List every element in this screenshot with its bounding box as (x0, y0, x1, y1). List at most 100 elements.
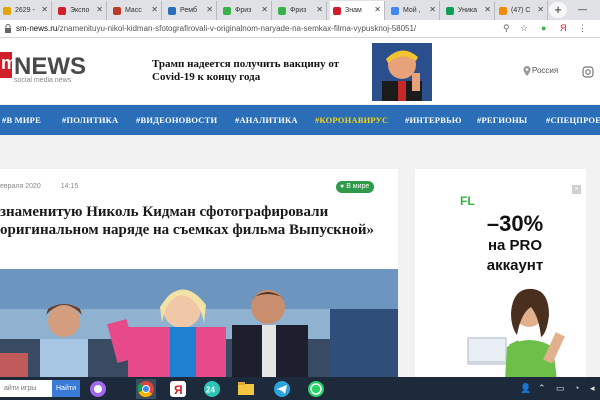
yandex-extension-icon[interactable]: Я (560, 23, 567, 33)
browser-tab[interactable]: Масс ✕ (110, 1, 162, 20)
nav-item-analytics[interactable]: #АНАЛИТИКА (235, 115, 298, 125)
close-tab-icon[interactable]: ✕ (316, 5, 323, 14)
messenger-24-icon[interactable]: 24 (202, 379, 222, 399)
close-tab-icon[interactable]: ✕ (374, 5, 381, 14)
ad-banner[interactable] (415, 169, 586, 380)
instagram-icon[interactable] (582, 66, 594, 78)
nav-item-special-projects[interactable]: #СПЕЦПРОЕ (546, 115, 600, 125)
browser-tab[interactable]: Фриз ✕ (220, 1, 272, 20)
tab-favicon-icon (223, 6, 231, 15)
address-bar[interactable]: sm-news.ru/znamenituyu-nikol-kidman-sfot… (0, 20, 600, 38)
tab-label: (47) С (511, 7, 531, 14)
close-tab-icon[interactable]: ✕ (41, 5, 48, 14)
teaser-image[interactable] (372, 43, 432, 101)
nav-item-world[interactable]: #В МИРЕ (2, 115, 41, 125)
tray-arrow-icon[interactable]: ⌃ (538, 383, 546, 394)
browser-tab[interactable]: 2629 - ✕ (0, 1, 52, 20)
file-explorer-icon[interactable] (236, 379, 256, 399)
ad-offer-line-3: аккаунт (486, 257, 544, 274)
browser-tab-active[interactable]: Знам ✕ (330, 1, 385, 20)
tab-favicon-icon (113, 6, 121, 15)
nav-item-interview[interactable]: #ИНТЕРВЬЮ (405, 115, 462, 125)
taskbar-search-input[interactable]: айти игры (0, 380, 52, 397)
tab-favicon-icon (446, 6, 454, 15)
tab-label: Фриз (290, 7, 307, 14)
close-tab-icon[interactable]: ✕ (537, 5, 544, 14)
telegram-icon[interactable] (272, 379, 292, 399)
tab-favicon-icon (168, 6, 176, 15)
tab-favicon-icon (58, 6, 66, 15)
article-meta: евраля 2020 14:15 (0, 183, 78, 190)
article-time: 14:15 (60, 183, 79, 190)
ad-close-button[interactable]: × (572, 185, 581, 194)
close-tab-icon[interactable]: ✕ (96, 5, 103, 14)
nav-item-regions[interactable]: #РЕГИОНЫ (477, 115, 527, 125)
category-badge-label: В мире (346, 183, 370, 190)
logo-m-mark[interactable]: m (0, 52, 17, 78)
tab-label: Знам (345, 7, 362, 14)
taskbar-search-button[interactable]: Найти (52, 380, 80, 397)
browser-tab[interactable]: Мой , ✕ (388, 1, 440, 20)
close-tab-icon[interactable]: ✕ (484, 5, 491, 14)
url-host: sm-news.ru (16, 24, 58, 33)
tab-label: Ремб (180, 7, 197, 14)
article-photo[interactable] (0, 269, 398, 380)
tab-label: Уника (458, 7, 478, 14)
nav-item-coronavirus[interactable]: #КОРОНАВИРУС (315, 115, 388, 125)
extension-icon[interactable]: ● (541, 23, 546, 33)
tab-label: 2629 - (15, 7, 35, 14)
browser-tab-bar: 2629 - ✕ Экспо ✕ Масс ✕ Ремб ✕ Фриз ✕ Фр… (0, 0, 600, 20)
nav-item-video-news[interactable]: #ВИДЕОНОВОСТИ (136, 115, 217, 125)
browser-tab[interactable]: Ремб ✕ (165, 1, 217, 20)
category-badge[interactable]: ● В мире (336, 181, 375, 193)
close-tab-icon[interactable]: ✕ (151, 5, 158, 14)
site-header: m NEWS social media news Трамп надеется … (0, 38, 600, 104)
teaser-photo (372, 43, 432, 101)
page-background-gap (0, 135, 600, 169)
browser-tab[interactable]: (47) С ✕ (496, 1, 548, 20)
region-selector[interactable]: Россия (532, 66, 558, 75)
tab-label: Фриз (235, 7, 252, 14)
teaser-headline[interactable]: Трамп надеется получить вакцину от Covid… (152, 58, 362, 84)
extension-dots-icon[interactable]: ⋮ (578, 23, 587, 34)
ad-person-image (467, 288, 565, 380)
alice-assistant-icon[interactable] (88, 379, 108, 399)
article-photo-image (0, 269, 398, 380)
star-bookmark-icon[interactable]: ☆ (520, 23, 528, 34)
translate-icon[interactable]: ⚲ (503, 23, 510, 34)
url-text[interactable]: sm-news.ru/znamenituyu-nikol-kidman-sfot… (16, 24, 416, 33)
ad-logo: FL (460, 194, 475, 208)
tab-favicon-icon (278, 6, 286, 15)
tab-favicon-icon (499, 6, 507, 15)
new-tab-button[interactable]: + (549, 2, 567, 18)
close-tab-icon[interactable]: ✕ (261, 5, 268, 14)
globe-icon: ● (340, 183, 345, 190)
nav-item-politics[interactable]: #ПОЛИТИКА (62, 115, 118, 125)
browser-tab[interactable]: Уника ✕ (443, 1, 495, 20)
main-nav: #В МИРЕ #ПОЛИТИКА #ВИДЕОНОВОСТИ #АНАЛИТИ… (0, 105, 600, 135)
tray-battery-icon[interactable]: ▭ (556, 383, 565, 394)
tab-favicon-icon (3, 6, 11, 15)
svg-text:24: 24 (206, 386, 215, 395)
tab-favicon-icon (333, 6, 341, 15)
lock-icon (5, 24, 11, 33)
tray-people-icon[interactable]: 👤 (520, 383, 531, 394)
yandex-browser-icon[interactable]: Я (168, 379, 188, 399)
ad-discount: –30% (486, 211, 544, 236)
close-tab-icon[interactable]: ✕ (429, 5, 436, 14)
close-tab-icon[interactable]: ✕ (206, 5, 213, 14)
article-date: евраля 2020 (0, 183, 41, 190)
svg-text:Я: Я (174, 383, 183, 397)
tray-network-icon[interactable]: ◔ (574, 383, 579, 393)
article-title: знаменитую Николь Кидман сфотографировал… (0, 204, 375, 238)
tray-volume-icon[interactable]: ◂ (590, 383, 595, 394)
browser-tab[interactable]: Фриз ✕ (275, 1, 327, 20)
chrome-icon[interactable] (136, 379, 156, 399)
location-pin-icon (523, 66, 531, 76)
url-path: /znamenituyu-nikol-kidman-sfotografirova… (57, 24, 417, 33)
browser-tab[interactable]: Экспо ✕ (55, 1, 107, 20)
minimize-icon[interactable]: — (578, 4, 587, 14)
tab-label: Экспо (70, 7, 90, 14)
whatsapp-icon[interactable] (306, 379, 326, 399)
article-card: евраля 2020 14:15 ● В мире знаменитую Ник… (0, 169, 398, 380)
